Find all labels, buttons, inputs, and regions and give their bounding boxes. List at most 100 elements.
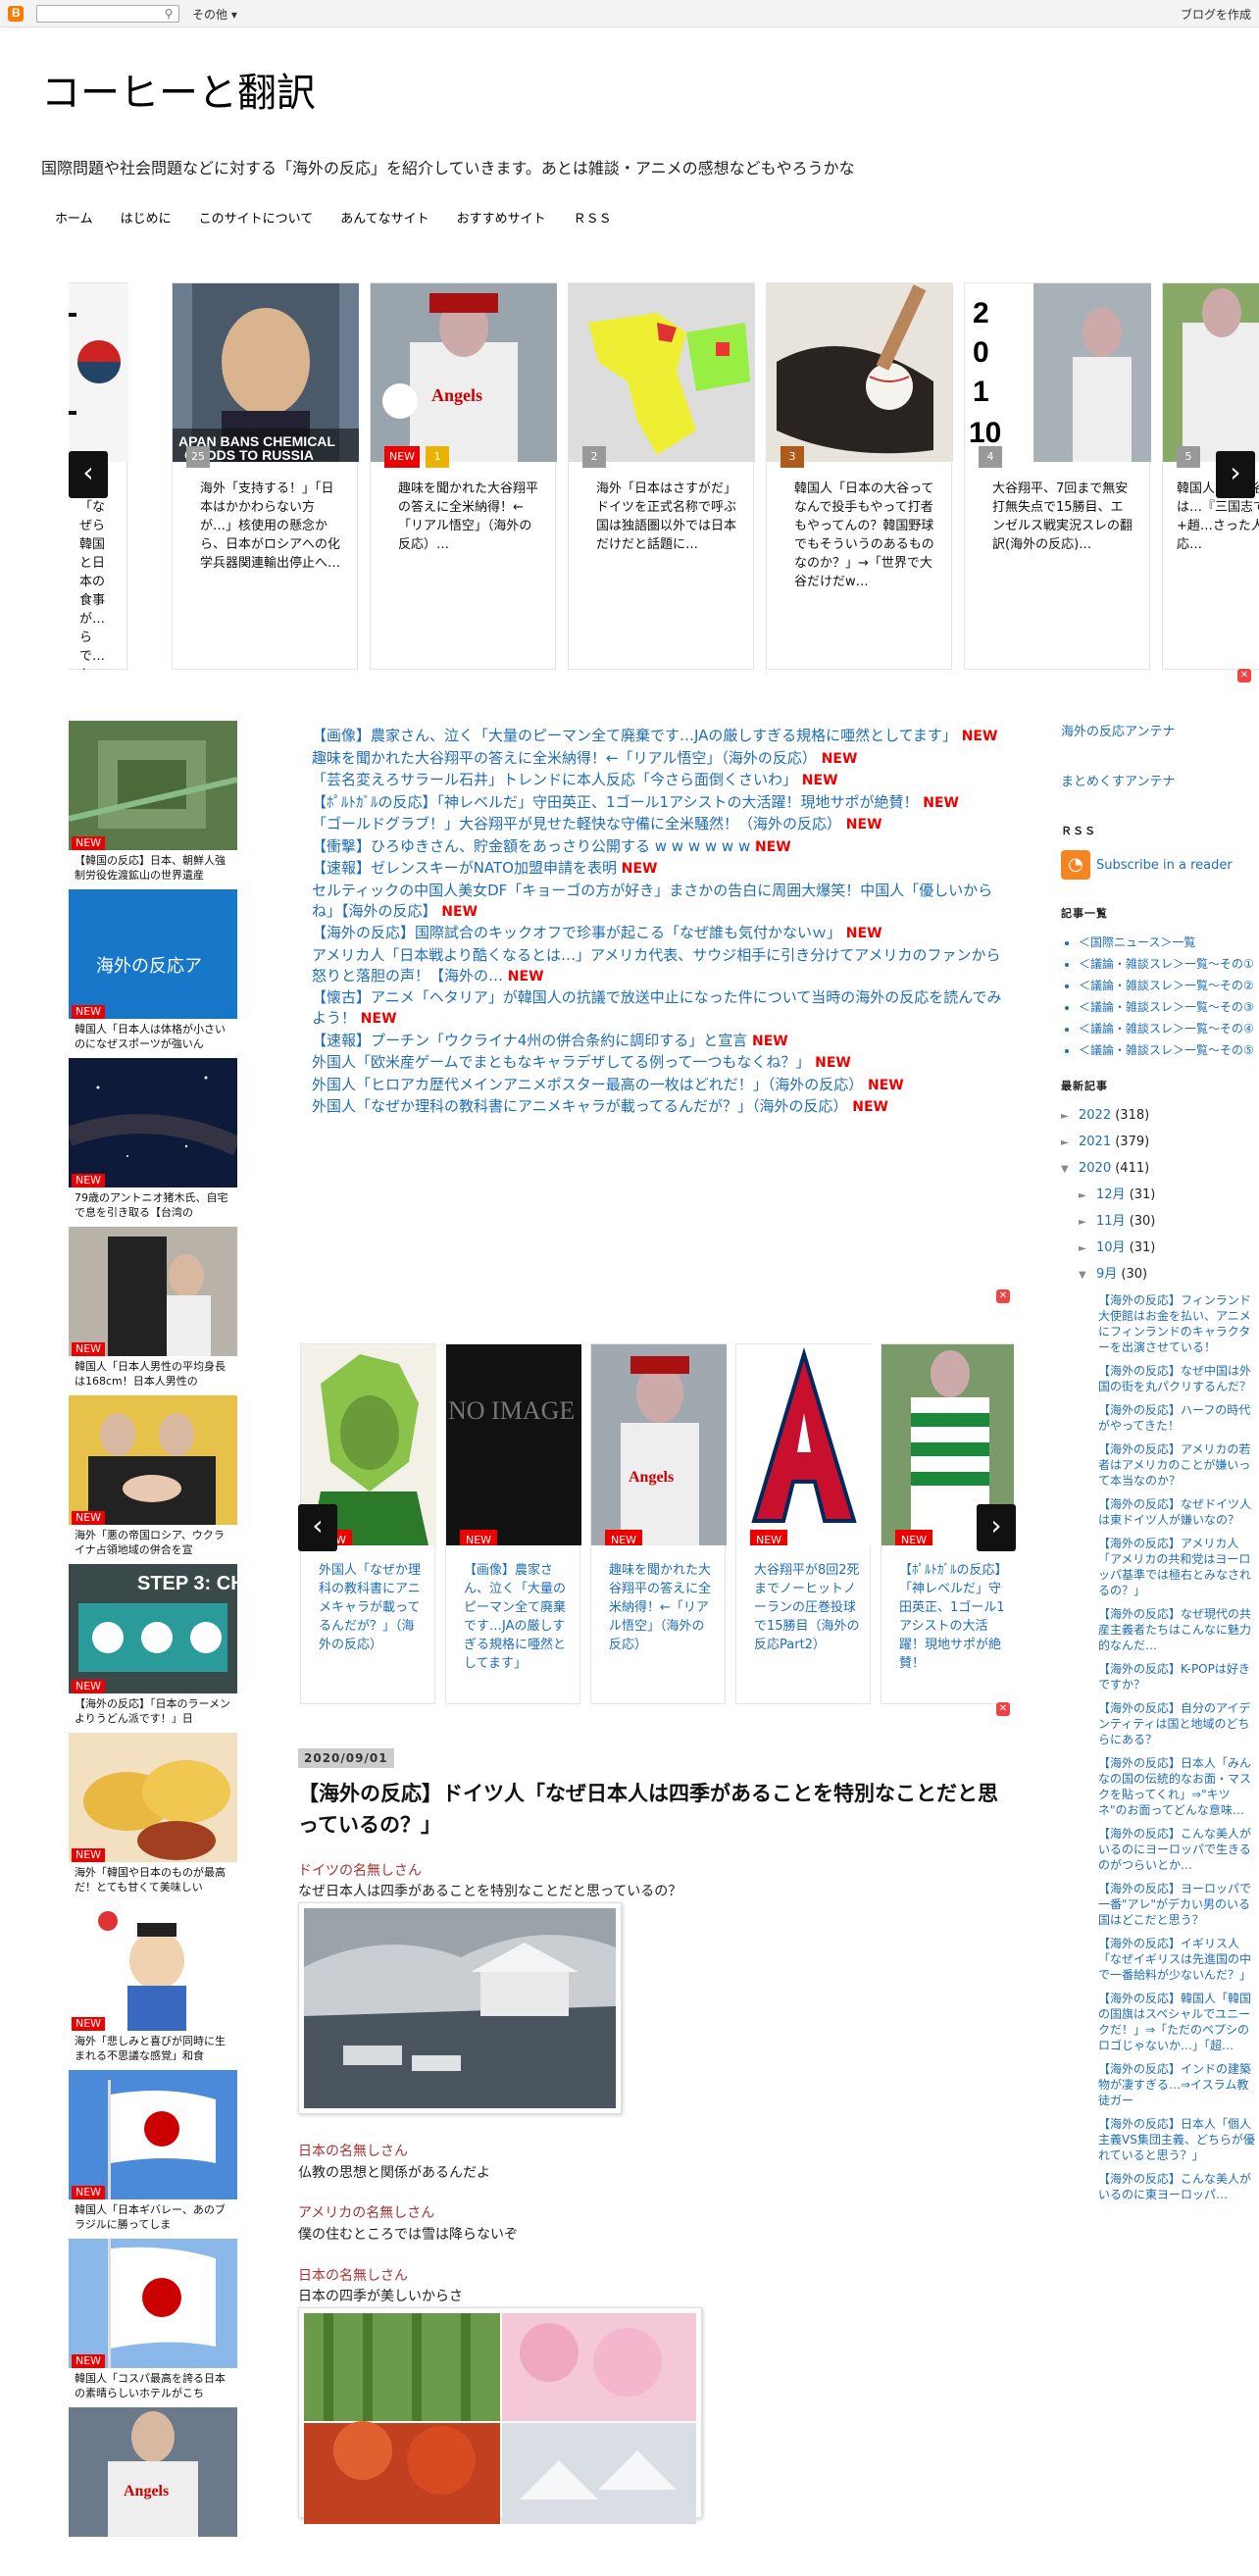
link-item[interactable]: 外国人「なぜか理科の教科書にアニメキャラが載ってるんだが？」（海外の反応） NE… (312, 1096, 1003, 1118)
post-title[interactable]: 【海外の反応】ドイツ人「なぜ日本人は四季があることを特別なことだと思っているの？… (298, 1778, 1014, 1841)
rss-heading: ＲＳＳ (1061, 825, 1096, 837)
navbar-search-input[interactable]: ⚲ (36, 5, 179, 23)
widget-close-icon[interactable]: ✕ (996, 1702, 1010, 1716)
list-item[interactable]: NEW 【韓国の反応】日本、朝鮮人強制労役佐渡鉱山の世界遺産 (69, 721, 237, 889)
link-item[interactable]: 【衝撃】ひろゆきさん、貯金額をあっさり公開する w w w w w w NEW (312, 836, 1003, 858)
archive-year[interactable]: ▼ 2020 (411) (1061, 1156, 1259, 1183)
link-item[interactable]: 【海外の反応】国際試合のキックオフで珍事が起こる「なぜ誰も気付かないｗ」 NEW (312, 923, 1003, 944)
link-item[interactable]: 外国人「欧米産ゲームでまともなキャラデザしてる例って一つもなくね？」 NEW (312, 1052, 1003, 1074)
list-item[interactable]: STEP 3: CH NEW 【海外の反応】「日本のラーメンよりうどん派です！」日 (69, 1564, 237, 1733)
carousel-card[interactable]: 3 韓国人「日本の大谷ってなんで投手もやって打者もやってんの？韓国野球でもそうい… (766, 282, 953, 670)
link-item[interactable]: 「ゴールドグラブ！」大谷翔平が見せた軽快な守備に全米騒然！（海外の反応） NEW (312, 814, 1003, 835)
carousel-card[interactable]: NEW 大谷翔平が8回2死までノーヒットノーランの圧巻投球で15勝目（海外の反応… (735, 1343, 872, 1704)
archive-post-link[interactable]: 【海外の反応】アメリカの若者はアメリカのことが嫌いって本当なのか？ (1098, 1441, 1257, 1489)
post-image-seasons[interactable] (298, 2307, 702, 2524)
archive-month[interactable]: ▼ 9月 (30) (1061, 1262, 1259, 1288)
link-item[interactable]: 【画像】農家さん、泣く「大量のピーマン全て廃棄です…JAの厳しすぎる規格に唖然と… (312, 726, 1003, 747)
carousel-next-button[interactable]: › (1216, 451, 1255, 498)
tab-intro[interactable]: はじめに (107, 208, 185, 231)
link-item[interactable]: 【懐古】アニメ「ヘタリア」が韓国人の抗議で放送中止になった件について当時の海外の… (312, 987, 1003, 1030)
archive-post-link[interactable]: 【海外の反応】インドの建築物が凄すぎる…⇒イスラム教徒ガー (1098, 2061, 1257, 2108)
list-item[interactable]: NEW 韓国人「コスパ最高を誇る日本の素晴らしいホテルがこち (69, 2239, 237, 2407)
archive-year[interactable]: ► 2022 (318) (1061, 1103, 1259, 1130)
widget-close-icon[interactable]: ✕ (996, 1289, 1010, 1303)
tab-recommended[interactable]: おすすめサイト (443, 208, 560, 231)
archive-post-link[interactable]: 【海外の反応】なぜ現代の共産主義者たちはこんなに魅力的なんだ… (1098, 1606, 1257, 1653)
tab-about[interactable]: このサイトについて (185, 208, 327, 231)
list-item[interactable]: NEW 海外「韓国や日本のものが最高だ！とても甘くて美味しい (69, 1733, 237, 1901)
comment-author: アメリカの名無しさん (298, 2205, 435, 2221)
archive-post-link[interactable]: 【海外の反応】こんな美人がいるのに東ヨーロッパ… (1098, 2171, 1257, 2202)
post-caption: 海外「悲しみと喜びが同時に生まれる不思議な感覚」和食 (75, 2035, 226, 2060)
antenna-link[interactable]: まとめくすアンテナ (1061, 771, 1259, 789)
tab-antenna[interactable]: あんてなサイト (327, 208, 442, 231)
list-item[interactable]: NEW 海外「悪の帝国ロシア、ウクライナ占領地域の併合を宣 (69, 1395, 237, 1564)
widget-close-icon[interactable]: ✕ (1237, 669, 1251, 682)
archive-month[interactable]: ► 10月 (31) (1061, 1236, 1259, 1262)
new-badge: NEW (895, 1530, 933, 1545)
rss-feed-icon[interactable]: ◔ (1061, 850, 1090, 880)
archive-post-link[interactable]: 【海外の反応】ヨーロッパで一番"アレ"がデカい男のいる国はどこだと思う？ (1098, 1881, 1257, 1928)
carousel-card[interactable]: NO IMAGE NEW 【画像】農家さん、泣く「大量のピーマン全て廃棄です…JA… (445, 1343, 581, 1704)
link-item[interactable]: 【ﾎﾟﾙﾄｶﾞﾙの反応】「神レベルだ」守田英正、1ゴール1アシストの大活躍！現地… (312, 792, 1003, 814)
archive-post-link[interactable]: 【海外の反応】フィンランド大使館はお金を払い、アニメにフィンランドのキャラクター… (1098, 1292, 1257, 1355)
right-sidebar: 海外の反応アンテナ まとめくすアンテナ ＲＳＳ ◔ Subscribe in a… (1061, 721, 1259, 2210)
link-item[interactable]: セルティックの中国人美女DF「キョーゴの方が好き」まさかの告白に周囲大爆笑！中国… (312, 881, 1003, 923)
carousel-card[interactable]: Angels NEW 趣味を聞かれた大谷翔平の答えに全米納得！←「リアル悟空」（海… (590, 1343, 727, 1704)
carousel-card[interactable]: 2 海外「日本はさすがだ」ドイツを正式名称で呼ぶ国は独語圏以外では日本だけだと話… (568, 282, 755, 670)
article-list-item[interactable]: ＜議論・雑談スレ＞一覧～その① (1079, 956, 1259, 972)
list-item[interactable]: NEW 海外「悲しみと喜びが同時に生まれる不思議な感覚」和食 (69, 1901, 237, 2070)
blog-title[interactable]: コーヒーと翻訳 (41, 61, 316, 118)
article-list-item[interactable]: ＜国際ニュース＞一覧 (1079, 934, 1259, 950)
tab-home[interactable]: ホーム (41, 208, 107, 231)
archive-post-link[interactable]: 【海外の反応】なぜドイツ人は東ドイツ人が嫌いなの？ (1098, 1496, 1257, 1528)
new-badge: NEW (72, 2354, 106, 2368)
carousel-card[interactable]: APAN BANS CHEMICAL GOODS TO RUSSIA 25 海外「… (172, 282, 359, 670)
rss-subscribe-link[interactable]: Subscribe in a reader (1096, 858, 1233, 873)
archive-post-link[interactable]: 【海外の反応】ハーフの時代がやってきた！ (1098, 1402, 1257, 1434)
navbar-more-menu[interactable]: その他 ▾ (192, 6, 237, 23)
archive-month[interactable]: ► 12月 (31) (1061, 1183, 1259, 1209)
article-list-item[interactable]: ＜議論・雑談スレ＞一覧～その④ (1079, 1021, 1259, 1036)
archive-post-link[interactable]: 【海外の反応】イギリス人「なぜイギリスは先進国の中で一番給料が少ないんだ？」 (1098, 1936, 1257, 1983)
archive-post-link[interactable]: 【海外の反応】K-POPは好きですか？ (1098, 1661, 1257, 1692)
article-list-item[interactable]: ＜議論・雑談スレ＞一覧～その③ (1079, 999, 1259, 1015)
link-item[interactable]: アメリカ人「日本戦より酷くなるとは…」アメリカ代表、サウジ相手に引き分けてアメリ… (312, 945, 1003, 987)
archive-post-link[interactable]: 【海外の反応】アメリカ人「アメリカの共和党はヨーロッパ基準では極右とみなされるの… (1098, 1536, 1257, 1598)
archive-year[interactable]: ► 2021 (379) (1061, 1130, 1259, 1156)
archive-post-link[interactable]: 【海外の反応】こんな美人がいるのにヨーロッパで生きるのがつらいとか… (1098, 1826, 1257, 1873)
article-list-item[interactable]: ＜議論・雑談スレ＞一覧～その② (1079, 978, 1259, 993)
archive-month[interactable]: ► 11月 (30) (1061, 1209, 1259, 1236)
archive-post-link[interactable]: 【海外の反応】日本人「みんなの国の伝統的なお面・マスクを貼ってくれ」⇒"キツネ"… (1098, 1755, 1257, 1818)
post-thumbnail: NEW (69, 721, 237, 850)
carousel-prev-button[interactable]: ‹ (69, 451, 108, 498)
tab-rss[interactable]: ＲＳＳ (560, 208, 626, 231)
left-sidebar-popular: NEW 【韓国の反応】日本、朝鮮人強制労役佐渡鉱山の世界遺産 海外の反応ア NEW… (69, 721, 237, 2576)
carousel2-prev-button[interactable]: ‹ (298, 1504, 337, 1551)
archive-post-link[interactable]: 【海外の反応】日本人「個人主義VS集団主義、どちらが優れていると思う？」 (1098, 2116, 1257, 2163)
link-item[interactable]: 外国人「ヒロアカ歴代メインアニメポスター最高の一枚はどれだ！」（海外の反応） N… (312, 1075, 1003, 1096)
list-item[interactable]: NEW 79歳のアントニオ猪木氏、自宅で息を引き取る【台湾の (69, 1058, 237, 1227)
list-item[interactable]: Angels (69, 2407, 237, 2576)
link-item[interactable]: 【速報】プーチン「ウクライナ4州の併合条約に調印する」と宣言 NEW (312, 1031, 1003, 1052)
archive-post-link[interactable]: 【海外の反応】自分のアイデンティティは国と地域のどちらにある？ (1098, 1700, 1257, 1747)
list-item[interactable]: 海外の反応ア NEW 韓国人「日本人は体格が小さいのになぜスポーツが強いん (69, 889, 237, 1058)
link-item[interactable]: 趣味を聞かれた大谷翔平の答えに全米納得！←「リアル悟空」（海外の反応） NEW (312, 748, 1003, 770)
link-item[interactable]: 「芸名変えろサラール石井」トレンドに本人反応「今さら面倒くさいわ」 NEW (312, 770, 1003, 791)
post-thumbnail: Angels (69, 2407, 237, 2537)
list-item[interactable]: NEW 韓国人「日本人男性の平均身長は168cm！日本人男性の (69, 1227, 237, 1395)
link-item[interactable]: 【速報】ゼレンスキーがNATO加盟申請を表明 NEW (312, 858, 1003, 880)
carousel2-next-button[interactable]: › (977, 1504, 1016, 1551)
list-item[interactable]: NEW 韓国人「日本ギバレー、あのブラジルに勝ってしま (69, 2070, 237, 2239)
article-list-item[interactable]: ＜議論・雑談スレ＞一覧～その⑤ (1079, 1042, 1259, 1058)
post-image-snow[interactable] (298, 1902, 622, 2114)
carousel-card[interactable]: 2 0 1 10 4 大谷翔平、7回まで無安打無失点で15勝目、エンゼルス戦実況スレの… (964, 282, 1151, 670)
search-icon[interactable]: ⚲ (161, 6, 176, 22)
carousel-card[interactable]: Angels NEW 1 趣味を聞かれた大谷翔平の答えに全米納得！←「リアル悟空」… (370, 282, 557, 670)
archive-post-link[interactable]: 【海外の反応】韓国人「韓国の国旗はスペシャルでユニークだ！」⇒「ただのペプシのロ… (1098, 1991, 1257, 2053)
antenna-link[interactable]: 海外の反応アンテナ (1061, 721, 1259, 739)
archive-post-link[interactable]: 【海外の反応】なぜ中国は外国の街を丸パクリするんだ？ (1098, 1363, 1257, 1394)
create-blog-link[interactable]: ブログを作成 (1181, 6, 1251, 23)
post-caption: 【韓国の反応】日本、朝鮮人強制労役佐渡鉱山の世界遺産 (75, 854, 226, 880)
blogger-logo-icon[interactable] (8, 6, 24, 22)
